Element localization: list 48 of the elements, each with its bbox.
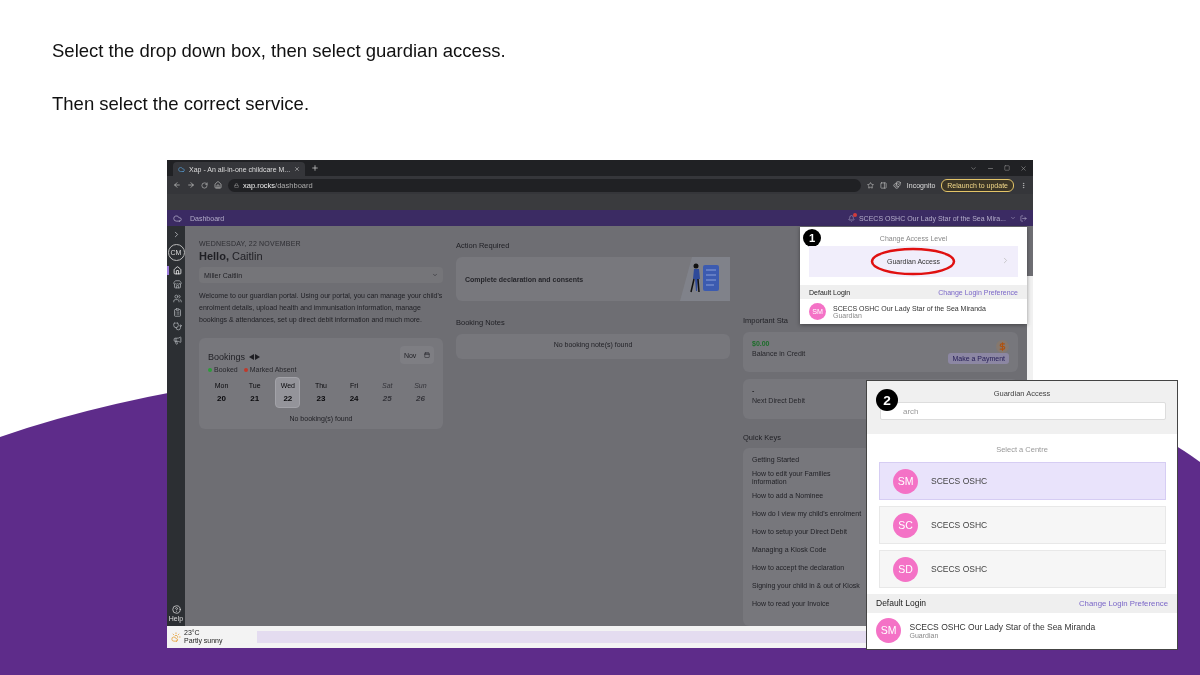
step-badge: 1 — [803, 229, 821, 247]
instruction-text: Select the drop down box, then select guardian access. — [52, 40, 506, 62]
dollar-icon — [996, 340, 1009, 353]
close-icon[interactable] — [294, 166, 301, 172]
centre-option[interactable]: SD SCECS OSHC — [879, 550, 1166, 588]
home-icon — [172, 266, 182, 275]
cloud-logo-icon — [173, 213, 182, 223]
chevron-right-icon — [1001, 256, 1010, 265]
centre-avatar: SC — [893, 512, 918, 538]
next-arrow-icon[interactable] — [255, 354, 261, 360]
stethoscope-icon — [172, 322, 182, 331]
people-icon — [172, 294, 182, 303]
store-icon — [172, 280, 182, 289]
centre-name: SCECS OSHC Our Lady Star of the Sea Miranda — [909, 621, 1096, 632]
close-icon[interactable] — [1020, 164, 1027, 172]
chevron-down-icon[interactable] — [970, 164, 977, 172]
new-tab-icon[interactable] — [311, 164, 320, 172]
calendar-icon — [424, 352, 431, 358]
logout-icon[interactable] — [1020, 214, 1027, 222]
instruction-text: Then select the correct service. — [52, 93, 310, 115]
centre-name: SCECS OSHC — [931, 476, 988, 486]
caret-icon — [432, 272, 438, 278]
help-icon[interactable] — [171, 605, 181, 614]
lock-icon — [234, 182, 239, 188]
forward-icon[interactable] — [187, 181, 195, 189]
bookings-title: Bookings — [208, 352, 246, 362]
centre-avatar: SD — [893, 556, 918, 582]
reload-icon[interactable] — [201, 181, 208, 189]
centre-name: SCECS OSHC — [931, 564, 988, 574]
weather-icon — [171, 632, 181, 642]
centre-avatar: SM — [893, 468, 918, 494]
megaphone-icon — [172, 336, 182, 345]
star-icon[interactable] — [866, 181, 874, 189]
centre-name: SCECS OSHC — [931, 520, 988, 530]
bell-icon[interactable] — [847, 214, 855, 222]
back-icon[interactable] — [173, 181, 181, 189]
caret-icon[interactable] — [1010, 215, 1016, 221]
maximize-icon[interactable] — [1004, 164, 1010, 171]
previous-arrow-icon[interactable] — [249, 354, 255, 360]
home-icon[interactable] — [214, 181, 222, 189]
default-login-label: Default Login — [876, 598, 927, 609]
side-panel-icon[interactable] — [879, 181, 887, 189]
centre-option[interactable]: SM SCECS OSHC — [879, 462, 1166, 500]
centre-option[interactable]: SC SCECS OSHC — [879, 506, 1166, 544]
clipboard-icon — [172, 308, 182, 317]
greeting-heading: Hello, Caitlin — [199, 250, 264, 262]
cloud-icon — [178, 165, 185, 173]
centre-avatar: SM — [876, 617, 901, 643]
